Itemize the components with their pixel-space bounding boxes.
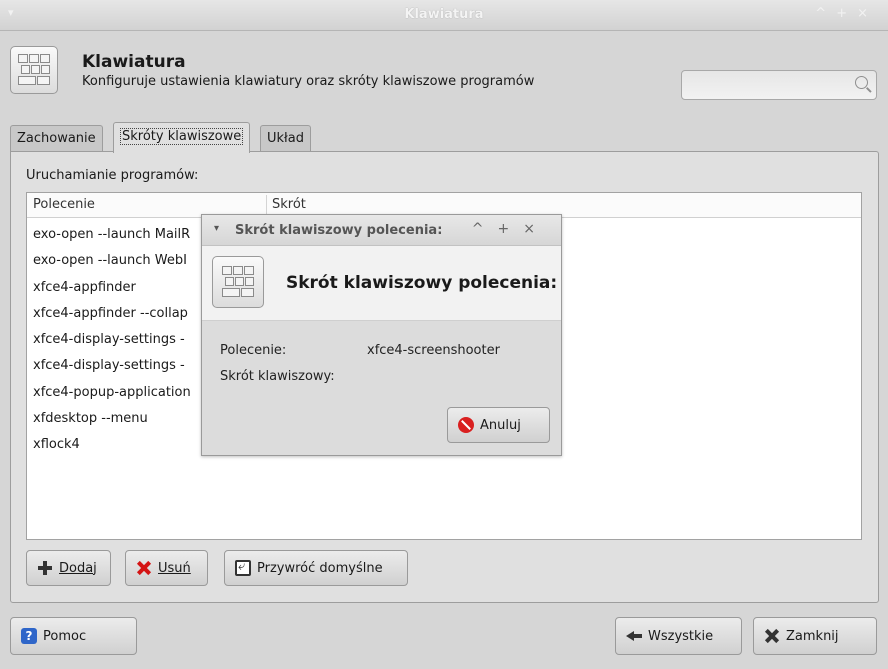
dialog-menu-icon[interactable]: ▾ [214, 223, 219, 234]
keyboard-icon [10, 46, 58, 94]
help-button-label: Pomoc [43, 628, 87, 644]
window-title: Klawiatura [404, 7, 484, 22]
shortcut-label: Skrót klawiszowy: [220, 369, 335, 384]
dialog-header: Skrót klawiszowy polecenia: [202, 246, 561, 321]
table-row[interactable]: xfce4-appfinder [33, 275, 191, 301]
add-button[interactable]: Dodaj [26, 550, 111, 586]
dialog-stick-icon[interactable]: + [498, 221, 524, 237]
remove-button[interactable]: Usuń [125, 550, 208, 586]
revert-icon [235, 559, 251, 576]
delete-icon [136, 560, 152, 576]
all-settings-button[interactable]: Wszystkie [615, 617, 742, 655]
table-row[interactable]: xfce4-display-settings - [33, 353, 191, 379]
search-input[interactable] [681, 70, 877, 100]
tab-shortcuts-label: Skróty klawiszowe [120, 128, 244, 145]
tab-behavior[interactable]: Zachowanie [10, 125, 103, 152]
stick-icon[interactable]: + [836, 6, 857, 21]
close-button-label: Zamknij [786, 628, 839, 644]
window-controls: ^+× [815, 6, 878, 21]
table-row[interactable]: xfdesktop --menu [33, 406, 191, 432]
cancel-button[interactable]: Anuluj [447, 407, 550, 443]
all-button-label: Wszystkie [648, 628, 714, 644]
table-row[interactable]: exo-open --launch MailR [33, 222, 191, 248]
dialog-controls: ^+× [472, 221, 549, 237]
remove-button-label: Usuń [158, 560, 191, 576]
reset-defaults-button[interactable]: Przywróć domyślne [224, 550, 408, 586]
command-value: xfce4-screenshooter [367, 343, 500, 358]
table-row[interactable]: exo-open --launch WebI [33, 248, 191, 274]
dialog-maximize-icon[interactable]: ^ [472, 221, 498, 237]
page-subtitle: Konfiguruje ustawienia klawiatury oraz s… [82, 74, 535, 89]
dialog-titlebar[interactable]: ▾ Skrót klawiszowy polecenia: ^+× [202, 215, 561, 246]
back-arrow-icon [626, 628, 642, 644]
column-shortcut[interactable]: Skrót [272, 197, 306, 212]
reset-button-label: Przywróć domyślne [257, 560, 383, 576]
help-icon: ? [21, 628, 37, 644]
close-icon[interactable]: × [857, 6, 878, 21]
table-row[interactable]: xfce4-appfinder --collap [33, 301, 191, 327]
dialog-heading: Skrót klawiszowy polecenia: [286, 273, 558, 293]
page-title: Klawiatura [82, 52, 186, 72]
table-row[interactable]: xflock4 [33, 432, 191, 458]
window-titlebar[interactable]: ▾ Klawiatura ^+× [0, 0, 888, 31]
table-row[interactable]: xfce4-display-settings - [33, 327, 191, 353]
column-command[interactable]: Polecenie [33, 197, 95, 212]
shortcut-dialog: ▾ Skrót klawiszowy polecenia: ^+× Skrót … [201, 214, 562, 456]
tab-layout-label: Układ [267, 131, 304, 146]
add-button-label: Dodaj [59, 560, 97, 576]
search-icon [855, 76, 868, 89]
section-label: Uruchamianie programów: [26, 168, 199, 183]
keyboard-icon [212, 256, 264, 308]
dialog-title: Skrót klawiszowy polecenia: [235, 223, 443, 238]
tab-shortcuts[interactable]: Skróty klawiszowe [113, 122, 251, 153]
dialog-close-icon[interactable]: × [523, 221, 549, 237]
close-button[interactable]: Zamknij [753, 617, 877, 655]
close-icon [764, 628, 780, 644]
help-button[interactable]: ? Pomoc [10, 617, 137, 655]
table-row[interactable]: xfce4-popup-application [33, 380, 191, 406]
cancel-icon [458, 417, 474, 433]
tab-layout[interactable]: Układ [260, 125, 311, 152]
cancel-button-label: Anuluj [480, 417, 521, 433]
command-label: Polecenie: [220, 343, 287, 358]
tab-behavior-label: Zachowanie [17, 131, 96, 146]
plus-icon [37, 560, 53, 576]
maximize-icon[interactable]: ^ [815, 6, 836, 21]
